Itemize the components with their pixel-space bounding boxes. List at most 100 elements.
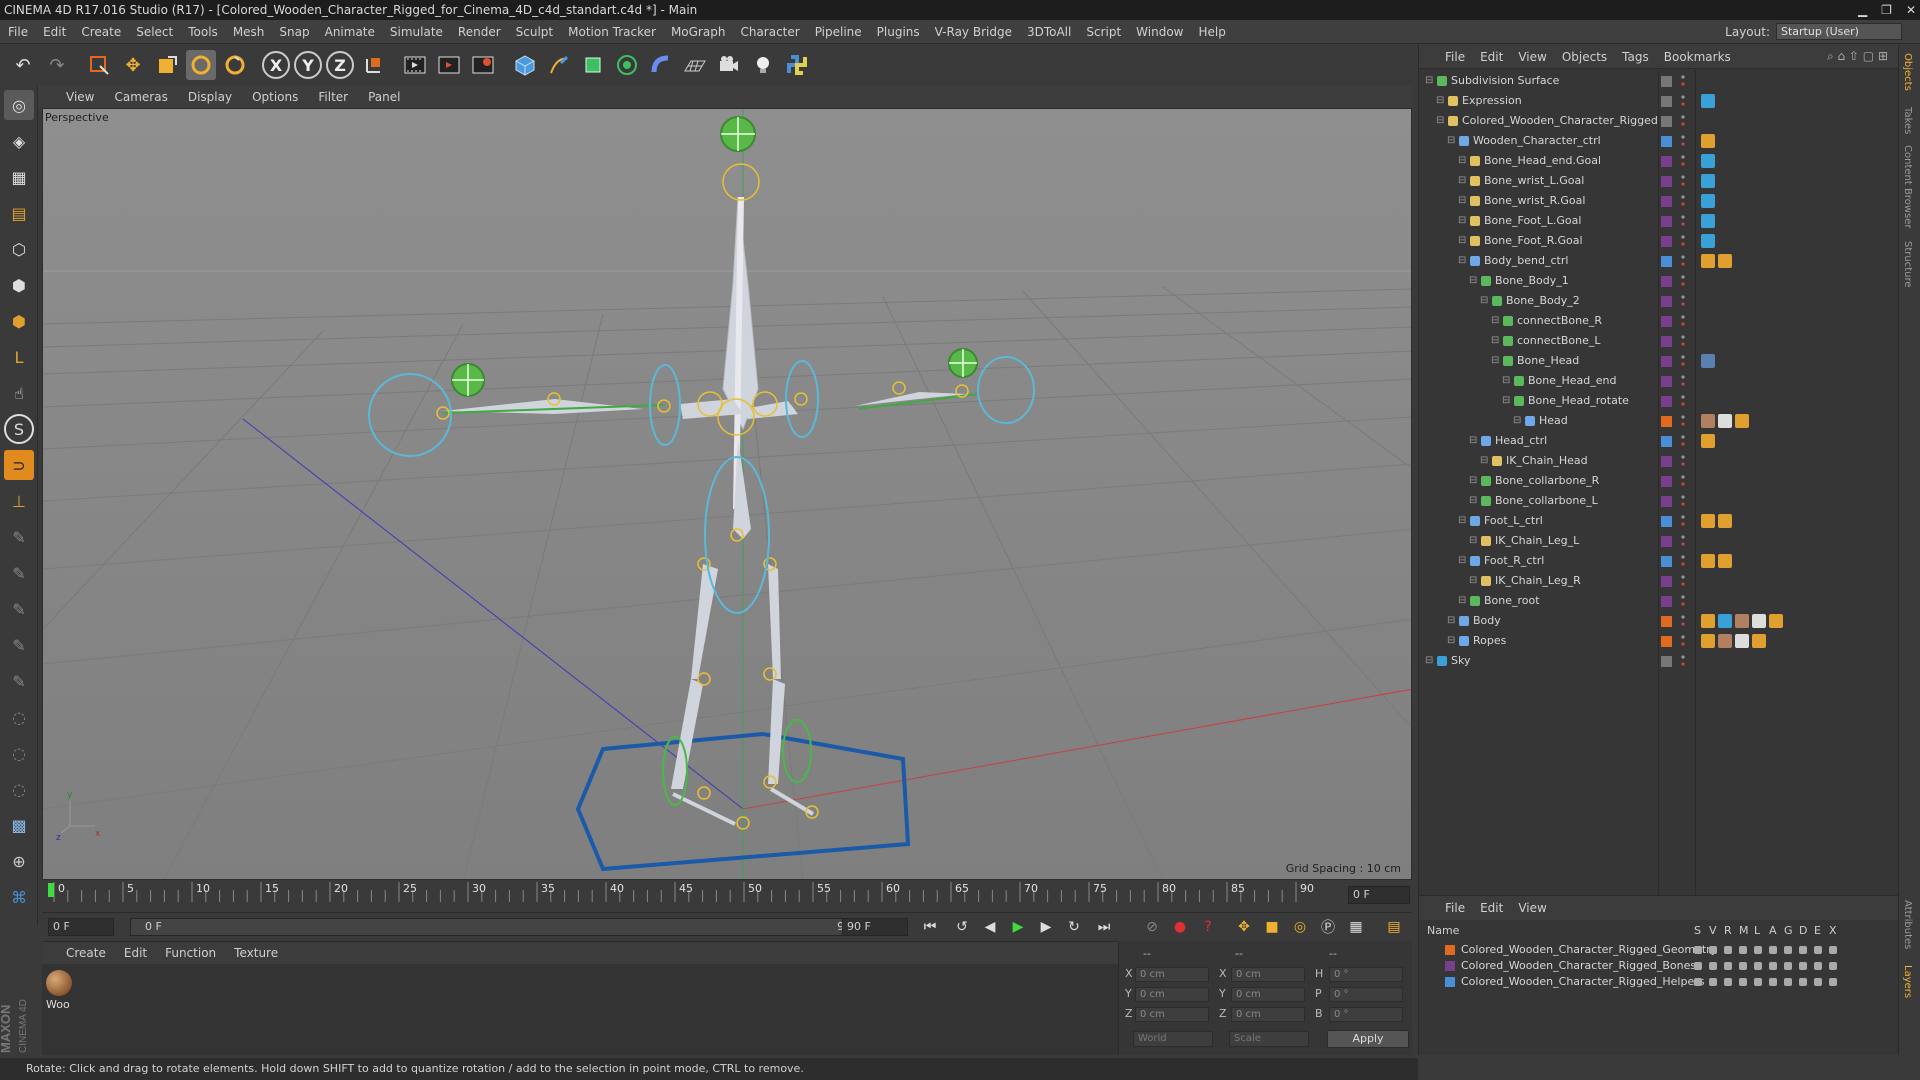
render-view-icon[interactable]: [400, 50, 430, 80]
expand-toggle-icon[interactable]: ⊟: [1458, 251, 1466, 271]
object-name[interactable]: Body: [1473, 611, 1501, 631]
visibility-dots-icon[interactable]: [1681, 494, 1685, 508]
layer-color-swatch[interactable]: [1661, 556, 1672, 567]
coord-size-field[interactable]: 0 cm: [1231, 987, 1305, 1002]
expand-toggle-icon[interactable]: ⊟: [1458, 511, 1466, 531]
visibility-dots-icon[interactable]: [1681, 654, 1685, 668]
layer-flag-icon[interactable]: [1784, 978, 1792, 986]
menu-sculpt[interactable]: Sculpt: [516, 25, 553, 39]
tag-icon[interactable]: [1718, 554, 1732, 568]
point-level-animation-icon[interactable]: ▦: [1344, 916, 1368, 938]
expand-toggle-icon[interactable]: ⊟: [1491, 311, 1499, 331]
menu-snap[interactable]: Snap: [279, 25, 309, 39]
layer-name[interactable]: Colored_Wooden_Character_Rigged_Helpers: [1461, 974, 1704, 990]
layer-column-e[interactable]: E: [1814, 924, 1821, 937]
object-row[interactable]: ⊟ Sky: [1419, 651, 1899, 671]
object-row[interactable]: ⊟ IK_Chain_Head: [1419, 451, 1899, 471]
object-row[interactable]: ⊟ Expression: [1419, 91, 1899, 111]
layer-color-swatch[interactable]: [1661, 316, 1672, 327]
pen-icon[interactable]: ✎: [4, 558, 34, 588]
expand-toggle-icon[interactable]: ⊟: [1425, 71, 1433, 91]
layer-flag-icon[interactable]: [1784, 946, 1792, 954]
layer-flag-icon[interactable]: [1814, 962, 1822, 970]
coord-size-field[interactable]: 0 cm: [1231, 1007, 1305, 1022]
joint-icon[interactable]: ◌: [4, 774, 34, 804]
scale-icon[interactable]: [152, 50, 182, 80]
texture-mode-icon[interactable]: ▦: [4, 162, 34, 192]
object-row[interactable]: ⊟ Subdivision Surface: [1419, 71, 1899, 91]
tag-icon[interactable]: [1735, 634, 1749, 648]
layer-flag-icon[interactable]: [1694, 962, 1702, 970]
object-row[interactable]: ⊟ Bone_Body_1: [1419, 271, 1899, 291]
visibility-dots-icon[interactable]: [1681, 434, 1685, 448]
object-row[interactable]: ⊟ IK_Chain_Leg_R: [1419, 571, 1899, 591]
visibility-dots-icon[interactable]: [1681, 474, 1685, 488]
layer-flag-icon[interactable]: [1784, 962, 1792, 970]
viewport-menu-display[interactable]: Display: [188, 90, 232, 104]
floor-icon[interactable]: [680, 50, 710, 80]
coord-size-field[interactable]: 0 cm: [1231, 967, 1305, 982]
layer-flag-icon[interactable]: [1829, 962, 1837, 970]
layer-color-swatch[interactable]: [1661, 356, 1672, 367]
layer-column-x[interactable]: X: [1829, 924, 1837, 937]
layer-flag-icon[interactable]: [1769, 978, 1777, 986]
object-name[interactable]: Bone_Head: [1517, 351, 1579, 371]
timeline-ruler[interactable]: 0 5 10 15 20 25 30 35 40 45 50 55 60 65 70 75 80 85 90 0 F: [42, 880, 1412, 912]
snap-icon[interactable]: S: [4, 414, 34, 444]
object-name[interactable]: IK_Chain_Leg_R: [1495, 571, 1581, 591]
tag-icon[interactable]: [1752, 614, 1766, 628]
material-swatch[interactable]: Woo: [46, 970, 74, 1011]
character-skeleton[interactable]: [368, 116, 1035, 830]
layer-color-swatch[interactable]: [1661, 496, 1672, 507]
object-row[interactable]: ⊟ Bone_root: [1419, 591, 1899, 611]
object-row[interactable]: ⊟ Body: [1419, 611, 1899, 631]
live-selection-icon[interactable]: [84, 50, 114, 80]
rig-icon[interactable]: ✎: [4, 594, 34, 624]
tag-icon[interactable]: [1718, 254, 1732, 268]
expand-toggle-icon[interactable]: ⊟: [1447, 631, 1455, 651]
timeline-playhead[interactable]: [48, 883, 54, 897]
object-menu-tags[interactable]: Tags: [1622, 50, 1649, 64]
layer-color-swatch[interactable]: [1661, 136, 1672, 147]
camera-icon[interactable]: [714, 50, 744, 80]
viewport-menu-options[interactable]: Options: [252, 90, 298, 104]
layer-flag-icon[interactable]: [1739, 946, 1747, 954]
layer-color-swatch[interactable]: [1661, 436, 1672, 447]
object-menu-file[interactable]: File: [1445, 50, 1465, 64]
model-mode-icon[interactable]: ◈: [4, 126, 34, 156]
subdivision-surface-icon[interactable]: [578, 50, 608, 80]
object-name[interactable]: Bone_Foot_R.Goal: [1484, 231, 1583, 251]
tag-icon[interactable]: [1701, 254, 1715, 268]
tag-icon[interactable]: [1769, 614, 1783, 628]
visibility-dots-icon[interactable]: [1681, 514, 1685, 528]
current-frame-field[interactable]: 0 F: [1348, 886, 1410, 904]
object-search-icons[interactable]: ⌕ ⌂ ⇧ ▢ ⊞: [1827, 49, 1888, 64]
layer-color-swatch[interactable]: [1661, 576, 1672, 587]
viewport-menu-panel[interactable]: Panel: [368, 90, 400, 104]
object-name[interactable]: Bone_Head_end.Goal: [1484, 151, 1601, 171]
expand-toggle-icon[interactable]: ⊟: [1436, 91, 1444, 111]
points-mode-icon[interactable]: ⬡: [4, 234, 34, 264]
tag-icon[interactable]: [1701, 614, 1715, 628]
visibility-dots-icon[interactable]: [1681, 214, 1685, 228]
tweak-mode-icon[interactable]: ☝: [4, 378, 34, 408]
visibility-dots-icon[interactable]: [1681, 574, 1685, 588]
layer-flag-icon[interactable]: [1709, 978, 1717, 986]
visibility-dots-icon[interactable]: [1681, 614, 1685, 628]
expand-toggle-icon[interactable]: ⊟: [1469, 571, 1477, 591]
layer-color[interactable]: [1445, 961, 1455, 971]
tag-icon[interactable]: [1701, 194, 1715, 208]
keyframe-selection-icon[interactable]: ?: [1196, 916, 1220, 938]
end-frame-field[interactable]: 90 F: [842, 918, 908, 936]
object-menu-bookmarks[interactable]: Bookmarks: [1664, 50, 1731, 64]
layer-column-l[interactable]: L: [1754, 924, 1760, 937]
expand-toggle-icon[interactable]: ⊟: [1469, 271, 1477, 291]
object-menu-view[interactable]: View: [1518, 50, 1546, 64]
layer-column-v[interactable]: V: [1709, 924, 1717, 937]
object-name[interactable]: Body_bend_ctrl: [1484, 251, 1568, 271]
object-row[interactable]: ⊟ Head_ctrl: [1419, 431, 1899, 451]
viewport-menu-view[interactable]: View: [66, 90, 94, 104]
object-name[interactable]: Bone_Head_end: [1528, 371, 1617, 391]
menu-tools[interactable]: Tools: [188, 25, 218, 39]
side-tab-structure[interactable]: Structure: [1902, 241, 1913, 288]
